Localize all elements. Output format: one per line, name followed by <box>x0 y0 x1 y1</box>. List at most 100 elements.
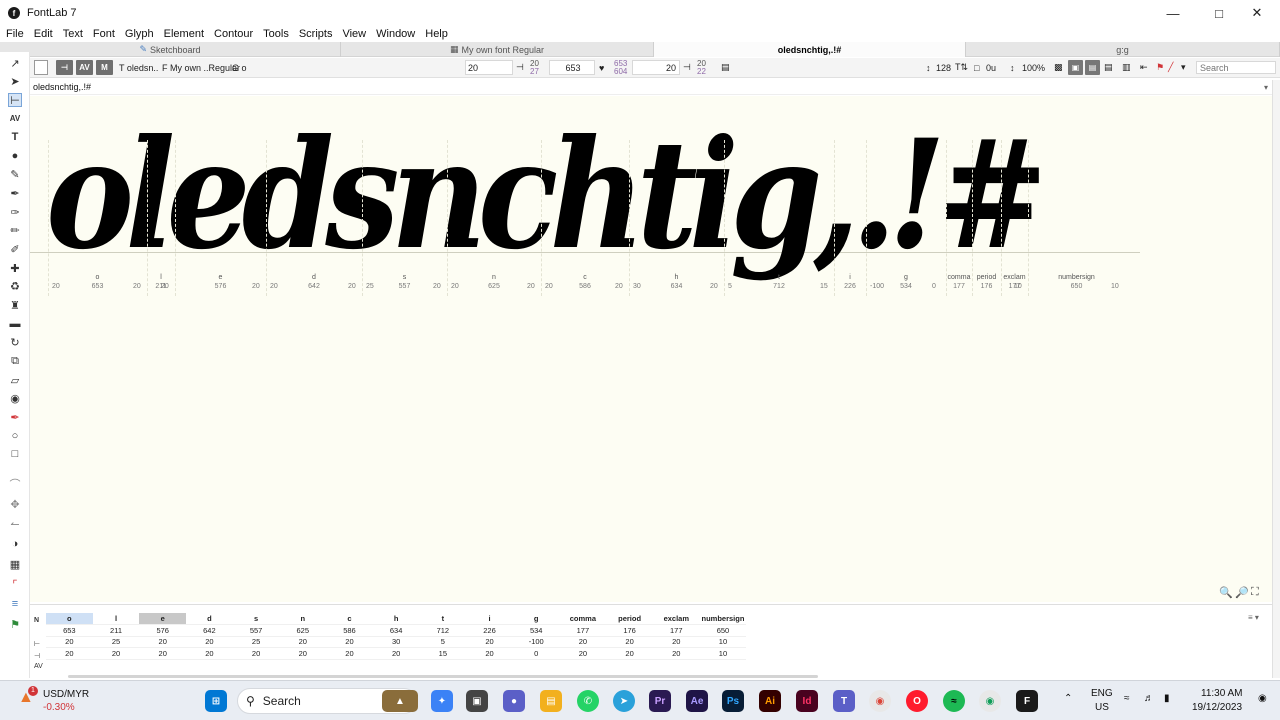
brush-tool-icon[interactable]: ✎ <box>8 167 22 181</box>
glyph-name-label[interactable]: comma <box>946 274 972 281</box>
metrics-cell[interactable]: 0 <box>512 647 560 660</box>
illustrator-icon[interactable]: Ai <box>759 690 781 712</box>
metrics-cell[interactable]: 10 <box>699 636 747 648</box>
metrics-cell[interactable]: 211 <box>92 624 140 637</box>
metrics-cell[interactable]: 20 <box>372 647 420 660</box>
slant-tool-icon[interactable]: ▱ <box>8 373 22 387</box>
panel-view-button[interactable]: ▤ <box>1085 60 1100 75</box>
pointer-tool-icon[interactable]: ➤ <box>8 74 22 88</box>
anchor-tool-icon[interactable]: ⚑ <box>8 617 22 631</box>
glyph-rsb-value[interactable]: 0 <box>932 283 936 290</box>
pencil-tool-icon[interactable]: ✏ <box>8 223 22 237</box>
zoom-in-icon[interactable]: 🔎 <box>1235 586 1249 599</box>
glyph-name-label[interactable]: exclam <box>1001 274 1028 281</box>
pen-tool-icon[interactable]: ✒ <box>8 186 22 200</box>
glyph-name-label[interactable]: period <box>972 274 1001 281</box>
metrics-cell[interactable]: 634 <box>372 624 420 637</box>
glyph-name-label[interactable]: h <box>629 274 724 281</box>
advance-field[interactable]: 653 <box>549 60 595 75</box>
shape-tool-icon[interactable]: ◉ <box>8 391 22 405</box>
metrics-mode-button[interactable]: M <box>96 60 113 75</box>
teams-icon[interactable]: T <box>833 690 855 712</box>
guide-tool-icon[interactable]: ✒ <box>8 410 22 424</box>
glyph-name-label[interactable]: n <box>447 274 541 281</box>
rapid-pen-icon[interactable]: ✑ <box>8 205 22 219</box>
ticker-name[interactable]: USD/MYR <box>43 689 89 700</box>
glyph-advance-value[interactable]: 176 <box>972 283 1001 290</box>
layers-icon[interactable]: ▤ <box>721 60 730 75</box>
notifications-icon[interactable]: ◉ <box>1258 693 1267 704</box>
glyph-name-label[interactable]: numbersign <box>1028 274 1125 281</box>
metrics-cell[interactable]: 20 <box>92 647 140 660</box>
menu-view[interactable]: View <box>342 28 366 40</box>
zoom-value[interactable]: 100% <box>1022 60 1045 75</box>
glyph-rsb-value[interactable]: 15 <box>820 283 828 290</box>
language-top[interactable]: ENG <box>1091 688 1113 699</box>
metrics-cell[interactable]: 20 <box>652 647 700 660</box>
hint-tool-icon[interactable]: ≡ <box>8 597 22 611</box>
metrics-cell[interactable]: 25 <box>92 636 140 648</box>
glyph-preview-text[interactable]: oledsnchtig,.!# <box>46 120 1048 270</box>
split-view-icon[interactable]: ▥ <box>1122 60 1131 75</box>
metrics-cell[interactable]: 576 <box>139 624 187 637</box>
menu-tools[interactable]: Tools <box>263 28 289 40</box>
telegram-icon[interactable]: ➤ <box>613 690 635 712</box>
transform-tool-icon[interactable]: ⧉ <box>8 354 22 368</box>
glyph-rsb-value[interactable]: 20 <box>133 283 141 290</box>
horizontal-scrollbar[interactable] <box>68 675 818 678</box>
glyph-name-label[interactable]: l <box>147 274 175 281</box>
rotate-tool-icon[interactable]: ↻ <box>8 335 22 349</box>
tray-chevron-up-icon[interactable]: ⌃ <box>1064 693 1072 704</box>
frame-view-button[interactable]: ▣ <box>1068 60 1083 75</box>
node-tool-icon[interactable]: ✥ <box>8 497 22 511</box>
metrics-cell[interactable]: 20 <box>466 636 513 648</box>
tab-glyph-g[interactable]: g:g <box>966 42 1280 57</box>
metrics-cell[interactable]: 20 <box>46 636 93 648</box>
list-view-icon[interactable]: ▤ <box>1104 60 1113 75</box>
wifi-icon[interactable]: ≈ <box>1124 693 1130 704</box>
glyph-advance-value[interactable]: 226 <box>834 283 866 290</box>
menu-element[interactable]: Element <box>164 28 204 40</box>
corner-tool-icon[interactable]: ↼ <box>8 517 22 531</box>
menu-window[interactable]: Window <box>376 28 415 40</box>
minimize-button[interactable]: — <box>1150 0 1196 26</box>
metrics-cell[interactable]: 20 <box>652 636 700 648</box>
glyph-rsb-value[interactable]: 10 <box>1111 283 1119 290</box>
metrics-cell[interactable]: 20 <box>279 636 327 648</box>
preview-icon[interactable]: ▩ <box>1054 60 1063 75</box>
menu-file[interactable]: File <box>6 28 24 40</box>
metrics-cell[interactable]: 20 <box>326 647 373 660</box>
opera-icon[interactable]: O <box>906 690 928 712</box>
metrics-cell[interactable]: 20 <box>139 647 187 660</box>
metrics-cell[interactable]: 625 <box>279 624 327 637</box>
metrics-cell[interactable]: 5 <box>419 636 467 648</box>
fill-tool-icon[interactable]: ♜ <box>8 298 22 312</box>
metrics-tool-icon[interactable]: ⊢ <box>8 93 22 107</box>
tab-glyph-window[interactable]: oledsnchtig,.!# <box>654 42 966 57</box>
text-selector[interactable]: T oledsn.. <box>119 60 158 75</box>
glyph-name-label[interactable]: d <box>266 274 362 281</box>
metrics-cell[interactable]: 20 <box>559 647 607 660</box>
tab-sketchboard[interactable]: ✎ Sketchboard <box>0 42 341 57</box>
glyph-rsb-value[interactable]: 20 <box>348 283 356 290</box>
knife-tool-icon[interactable]: ✚ <box>8 261 22 275</box>
glyph-rsb-value[interactable]: 10 <box>1014 283 1022 290</box>
rectangle-tool-icon[interactable]: □ <box>8 447 22 461</box>
metrics-cell[interactable]: 650 <box>699 624 747 637</box>
glyph-name-label[interactable]: c <box>541 274 629 281</box>
metrics-cell[interactable]: 20 <box>186 647 233 660</box>
kerning-tool-icon[interactable]: AV <box>8 111 22 125</box>
task-view-icon[interactable]: ▣ <box>466 690 488 712</box>
metrics-cell[interactable]: 20 <box>232 647 280 660</box>
corner-red-icon[interactable]: ⌜ <box>8 577 22 591</box>
menu-help[interactable]: Help <box>425 28 448 40</box>
chevron-down-icon[interactable]: ▾ <box>1181 60 1186 75</box>
glyph-rsb-value[interactable]: 20 <box>161 283 169 290</box>
metrics-cell[interactable]: 20 <box>139 636 187 648</box>
font-size-value[interactable]: 128 <box>936 60 951 75</box>
menu-glyph[interactable]: Glyph <box>125 28 154 40</box>
menu-edit[interactable]: Edit <box>34 28 53 40</box>
glyph-name-label[interactable]: t <box>724 274 834 281</box>
lsb-field[interactable]: 20 <box>465 60 513 75</box>
metrics-cell[interactable]: 20 <box>186 636 233 648</box>
